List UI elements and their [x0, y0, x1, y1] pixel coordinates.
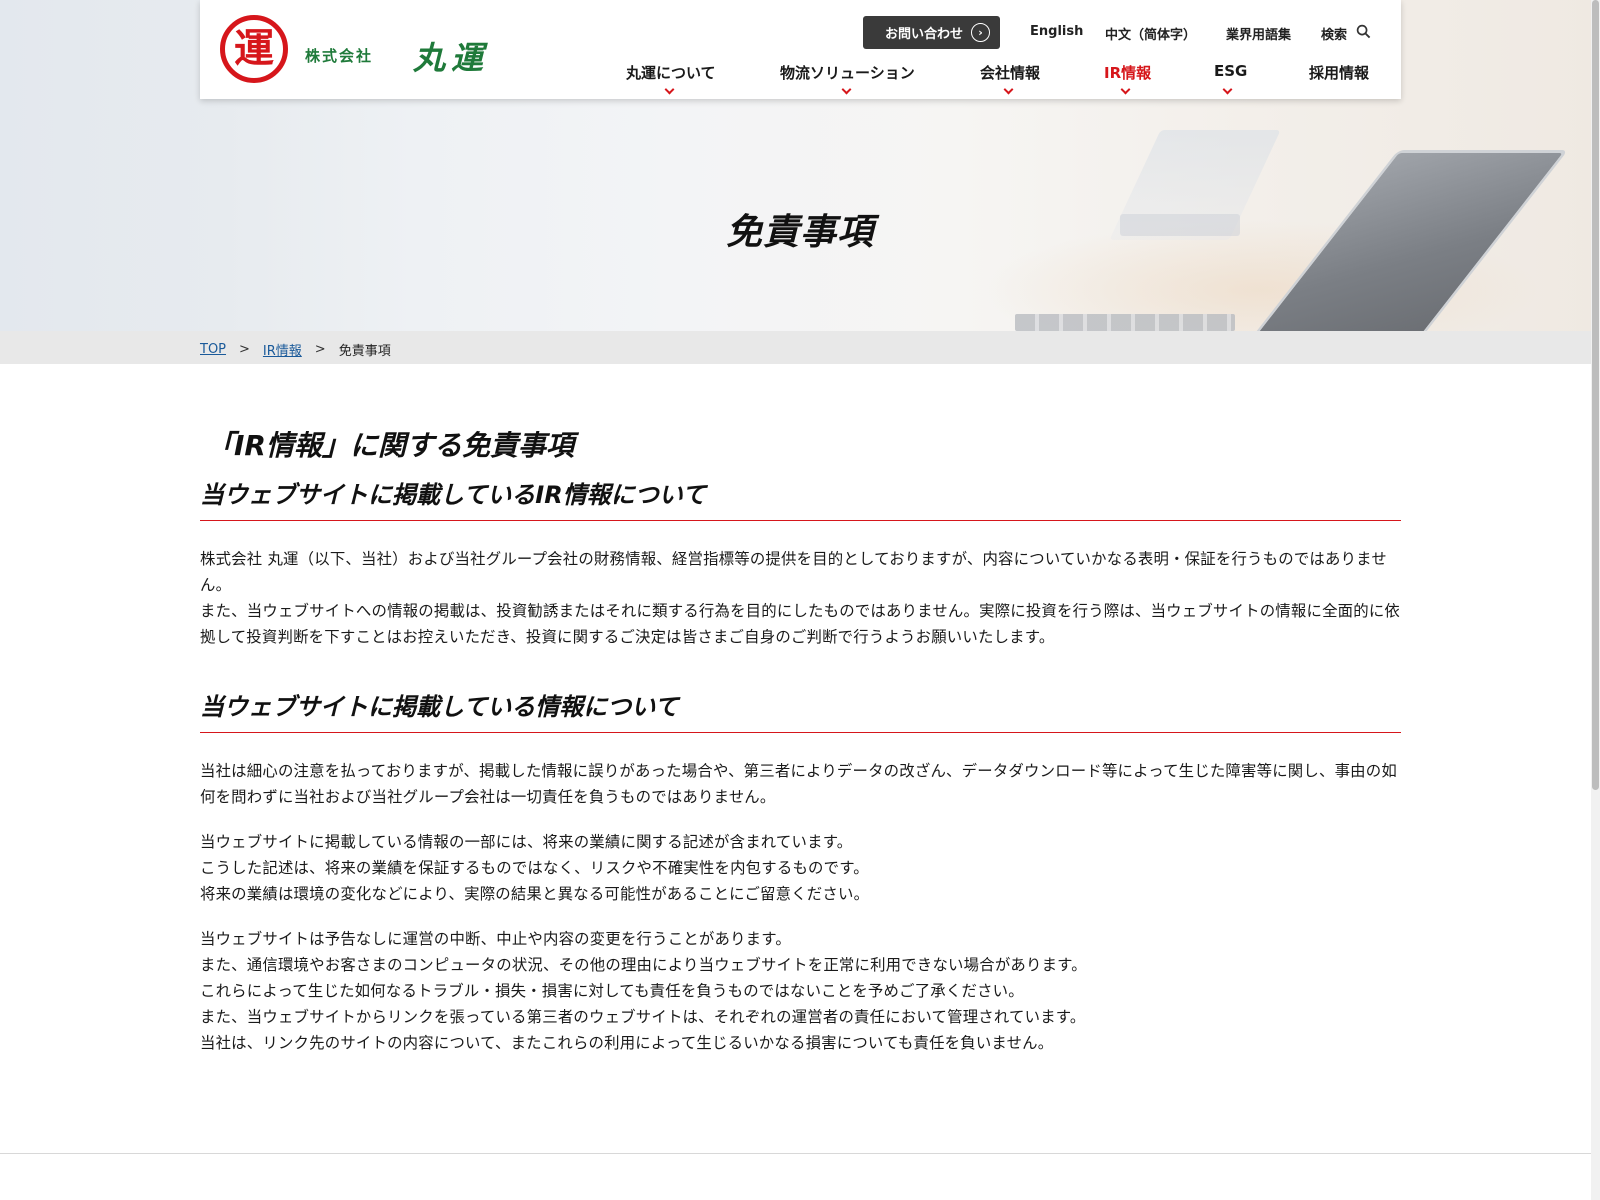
chevron-down-icon	[1222, 84, 1233, 95]
site-header: 運 株式会社 丸運 お問い合わせ › English 中文（简体字） 業界用語集…	[200, 0, 1401, 99]
link-chinese[interactable]: 中文（简体字）	[1105, 24, 1196, 43]
paragraph-line: また、当ウェブサイトからリンクを張っている第三者のウェブサイトは、それぞれの運営…	[200, 1008, 1086, 1026]
breadcrumb-current: 免責事項	[338, 344, 391, 359]
nav-esg[interactable]: ESG	[1214, 62, 1247, 80]
breadcrumb-ir-link[interactable]: IR情報	[263, 340, 302, 359]
link-english[interactable]: English	[1030, 24, 1083, 39]
nav-ir-info[interactable]: IR情報	[1104, 62, 1151, 83]
paragraph-line: また、通信環境やお客さまのコンピュータの状況、その他の理由により当ウェブサイトを…	[200, 956, 1087, 974]
chevron-down-icon	[1003, 84, 1014, 95]
section-heading-ir: 当ウェブサイトに掲載しているIR情報について	[200, 476, 1401, 521]
chevron-right-circle-icon: ›	[971, 23, 990, 42]
footer-divider	[0, 1153, 1600, 1154]
breadcrumb: TOP > IR情報 > 免責事項	[200, 340, 391, 359]
paragraph-line: 当ウェブサイトは予告なしに運営の中断、中止や内容の変更を行うことがあります。	[200, 930, 791, 948]
link-glossary[interactable]: 業界用語集	[1226, 24, 1291, 43]
chevron-down-icon	[664, 84, 675, 95]
paragraph-line: これらによって生じた如何なるトラブル・損失・損害に対しても責任を負うものではない…	[200, 982, 1024, 1000]
nav-recruitment[interactable]: 採用情報	[1309, 62, 1369, 83]
section2-paragraph-2: 当ウェブサイトに掲載している情報の一部には、将来の業績に関する記述が含まれていま…	[200, 829, 1401, 907]
search-icon[interactable]	[1356, 24, 1371, 39]
breadcrumb-top-link[interactable]: TOP	[200, 342, 226, 357]
section1-paragraph-2: また、当ウェブサイトへの情報の掲載は、投資勧誘またはそれに類する行為を目的にした…	[200, 602, 1401, 646]
nav-logistics-solutions[interactable]: 物流ソリューション	[780, 62, 915, 83]
contact-button[interactable]: お問い合わせ ›	[863, 16, 1000, 49]
main-content: 「IR情報」に関する免責事項 当ウェブサイトに掲載しているIR情報について 株式…	[200, 420, 1401, 1056]
section2-paragraph-3: 当ウェブサイトは予告なしに運営の中断、中止や内容の変更を行うことがあります。 ま…	[200, 926, 1401, 1056]
hero-laptop-keys	[1015, 314, 1235, 331]
section-heading-info: 当ウェブサイトに掲載している情報について	[200, 688, 1401, 733]
page-title: 免責事項	[725, 212, 874, 253]
breadcrumb-bar: TOP > IR情報 > 免責事項	[0, 331, 1600, 364]
chevron-down-icon	[841, 84, 852, 95]
contact-button-label: お問い合わせ	[885, 27, 964, 42]
link-search[interactable]: 検索	[1321, 24, 1347, 43]
main-heading: 「IR情報」に関する免責事項	[206, 429, 574, 462]
paragraph-line: 当社は、リンク先のサイトの内容について、またこれらの利用によって生じるいかなる損…	[200, 1034, 1054, 1052]
chevron-down-icon	[1120, 84, 1131, 95]
paragraph-line: こうした記述は、将来の業績を保証するものではなく、リスクや不確実性を内包するもの…	[200, 859, 869, 877]
scrollbar-thumb[interactable]	[1592, 0, 1599, 790]
nav-company-info[interactable]: 会社情報	[980, 62, 1040, 83]
section1-paragraph-1: 株式会社 丸運（以下、当社）および当社グループ会社の財務情報、経営指標等の提供を…	[200, 550, 1387, 594]
paragraph-line: 将来の業績は環境の変化などにより、実際の結果と異なる可能性があることにご留意くだ…	[200, 885, 870, 903]
logo-name[interactable]: 丸運	[413, 33, 489, 79]
section2-paragraph-1: 当社は細心の注意を払っておりますが、掲載した情報に誤りがあった場合や、第三者によ…	[200, 762, 1397, 806]
paragraph-line: 当ウェブサイトに掲載している情報の一部には、将来の業績に関する記述が含まれていま…	[200, 833, 853, 851]
logo-mark[interactable]: 運	[220, 15, 288, 83]
breadcrumb-separator: >	[314, 342, 326, 357]
nav-about[interactable]: 丸運について	[626, 62, 716, 83]
logo-company[interactable]: 株式会社	[305, 45, 373, 66]
breadcrumb-separator: >	[239, 342, 250, 357]
